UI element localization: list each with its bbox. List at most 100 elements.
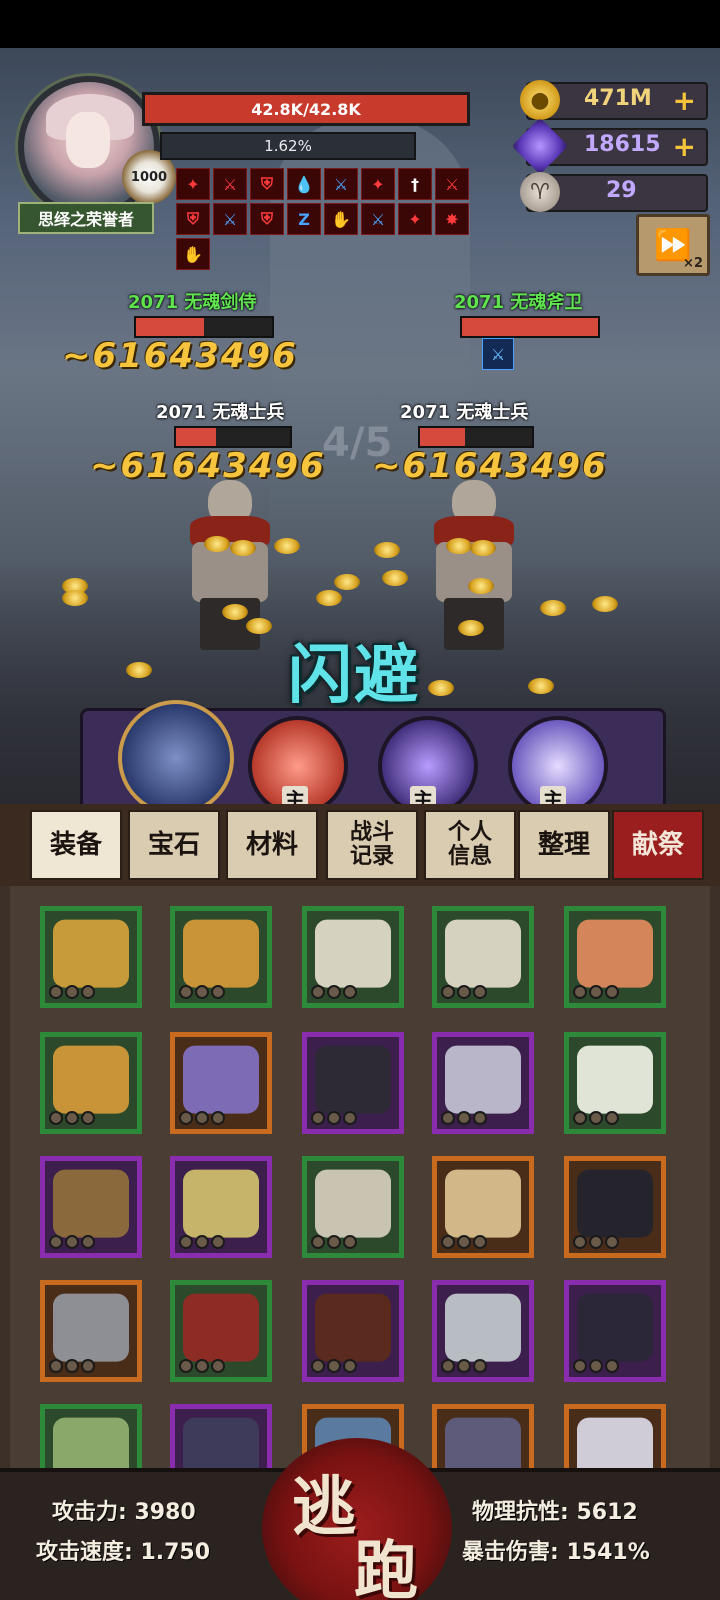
inventory-slot[interactable] [432,1280,534,1382]
socket-dot [473,1359,487,1373]
socket-dot [457,985,471,999]
bone-belt-icon [315,1293,391,1362]
enemy-hp-fill [462,318,598,336]
gold-coin-drop [428,680,454,696]
gold-coin-drop [222,604,248,620]
socket-dot [473,985,487,999]
inventory-slot[interactable] [170,906,272,1008]
socket-dot [49,1359,63,1373]
gold-coin-drop [470,540,496,556]
socket-dot [343,1359,357,1373]
socket-dot [441,985,455,999]
enemy-hp-fill [176,428,216,446]
socket-dot [65,1111,79,1125]
socket-dot [457,1111,471,1125]
socket-dots [441,1235,487,1249]
socket-dot [211,1111,225,1125]
add-gold-button[interactable]: + [673,84,696,117]
socket-dot [343,985,357,999]
inventory-slot[interactable] [40,1156,142,1258]
game-screen: 4/5 1000 思绎之荣誉者 42.8K/42.8K 1.62% ✦ ⚔ ⛨ 💧 ⚔ ✦… [0,0,720,1600]
inventory-slot[interactable] [564,1032,666,1134]
socket-dot [441,1235,455,1249]
inventory-slot[interactable] [302,906,404,1008]
socket-dots [179,985,225,999]
inventory-slot[interactable] [432,1032,534,1134]
hand-up-icon: ✋ [176,238,210,270]
tab-profile[interactable]: 个人 信息 [424,810,516,880]
socket-dot [65,1359,79,1373]
socket-dots [179,1359,225,1373]
socket-dot [573,985,587,999]
black-boots-icon [577,1169,653,1238]
inventory-slot[interactable] [40,906,142,1008]
gold-counter: ● 471M + [520,80,708,120]
tab-equipment[interactable]: 装备 [30,810,122,880]
portrait-face [66,112,110,168]
inventory-slot[interactable] [302,1156,404,1258]
stat-attack-speed: 攻击速度: 1.750 [36,1540,211,1565]
socket-dot [311,1111,325,1125]
tab-materials[interactable]: 材料 [226,810,318,880]
socket-dot [195,1235,209,1249]
gold-coin-drop [246,618,272,634]
tab-sort[interactable]: 整理 [518,810,610,880]
inventory-grid [0,886,720,1506]
blood-up-icon: 💧 [287,168,321,200]
enemy-name: 2071 无魂士兵 [156,402,285,423]
enemy-hp-fill [136,318,204,336]
player-title: 思绎之荣誉者 [18,202,154,234]
crossbow-icon [53,1169,129,1238]
socket-dot [573,1235,587,1249]
socket-dots [573,1111,619,1125]
stat-attack: 攻击力: 3980 [52,1500,196,1525]
enemy-soldier[interactable] [170,480,290,650]
socket-dot [589,1359,603,1373]
socket-dot [179,1111,193,1125]
inventory-slot[interactable] [170,1280,272,1382]
gold-coin-icon: ● [520,80,560,120]
enemy-hp-fill [420,428,465,446]
inventory-slot[interactable] [170,1032,272,1134]
gold-coin-drop [334,574,360,590]
gold-coin-drop [446,538,472,554]
socket-dots [179,1235,225,1249]
socket-dot [473,1235,487,1249]
gold-coin-drop [382,570,408,586]
gold-coin-drop [126,662,152,678]
speed-toggle-button[interactable]: ⏩ ×2 [636,214,710,276]
tab-sacrifice[interactable]: 献祭 [612,810,704,880]
socket-dots [49,985,95,999]
inventory-slot[interactable] [302,1280,404,1382]
tab-battle-log[interactable]: 战斗 记录 [326,810,418,880]
sword-down-icon: ⚔ [482,338,514,370]
socket-dot [327,985,341,999]
add-gem-button[interactable]: + [673,130,696,163]
socket-dot [473,1111,487,1125]
inventory-slot[interactable] [40,1032,142,1134]
skull-belt-icon [315,1169,391,1238]
silver-ring-icon [445,1045,521,1114]
horned-helm-icon [577,1293,653,1362]
inventory-slot[interactable] [564,906,666,1008]
inventory-slot[interactable] [564,1156,666,1258]
stat-physical-resistance: 物理抗性: 5612 [472,1500,638,1525]
inventory-slot[interactable] [432,1156,534,1258]
inventory-slot[interactable] [564,1280,666,1382]
attack-up-icon: ✦ [398,203,432,235]
sword-down-icon: ⚔ [213,203,247,235]
gold-value: 471M [584,86,652,111]
socket-dot [589,985,603,999]
socket-dots [573,1359,619,1373]
gold-coin-drop [204,536,230,552]
inventory-slot[interactable] [302,1032,404,1134]
hero-wolf[interactable] [118,700,234,816]
socket-dot [211,1235,225,1249]
socket-dot [311,1235,325,1249]
bone-chestplate-icon [315,919,391,988]
inventory-slot[interactable] [40,1280,142,1382]
inventory-slot[interactable] [432,906,534,1008]
socket-dot [605,985,619,999]
inventory-slot[interactable] [170,1156,272,1258]
tab-gems[interactable]: 宝石 [128,810,220,880]
